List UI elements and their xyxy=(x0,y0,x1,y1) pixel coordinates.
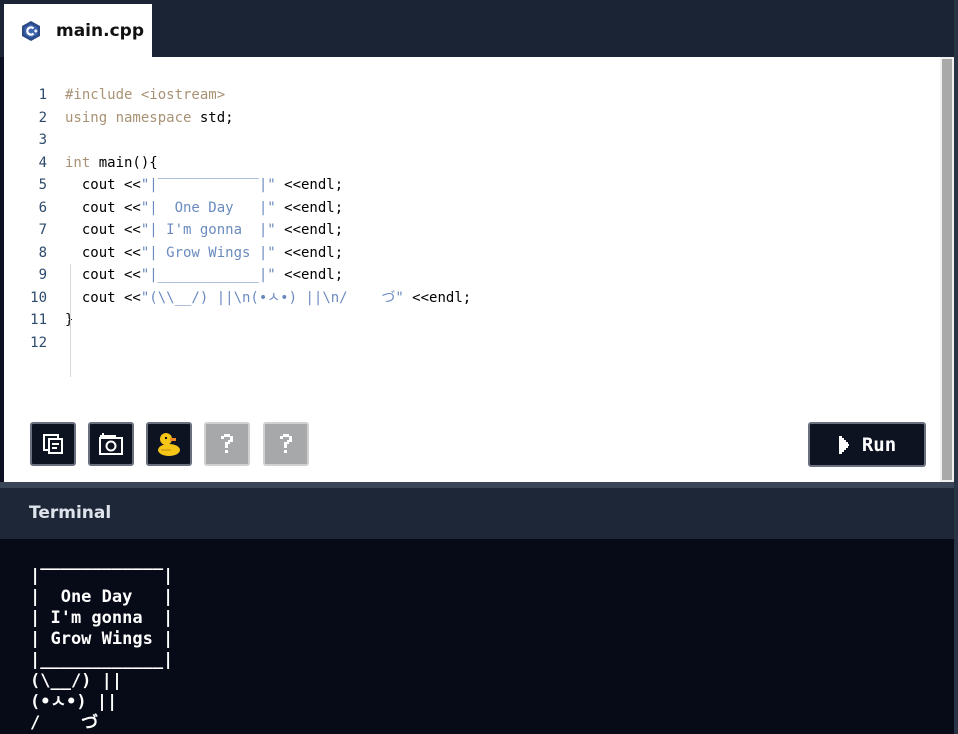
keyword-token: using namespace xyxy=(65,109,200,126)
code-text[interactable]: cout <<"|____________|" <<endl; xyxy=(65,264,343,287)
code-text[interactable]: cout <<"(\\__/) ||\n(•ㅅ•) ||\n/ づ" <<end… xyxy=(65,287,471,310)
tab-label: main.cpp xyxy=(56,20,144,41)
run-label: Run xyxy=(861,433,897,456)
terminal-panel: |‾‾‾‾‾‾‾‾‾‾‾‾| | One Day | | I'm gonna |… xyxy=(0,539,954,734)
code-token: <<endl; xyxy=(275,222,344,238)
string-token: "|____________|" xyxy=(140,267,276,283)
code-text[interactable]: cout <<"| I'm gonna |" <<endl; xyxy=(65,219,343,242)
indent-guide xyxy=(70,264,71,377)
line-number: 1 xyxy=(38,87,47,103)
window-edge xyxy=(954,0,958,734)
code-editor[interactable]: 1 #include <iostream> 2 using namespace std… xyxy=(4,57,940,482)
code-token: <<endl; xyxy=(275,244,344,261)
cpp-file-icon xyxy=(20,20,42,42)
line-number: 8 xyxy=(38,244,47,261)
copy-code-button[interactable] xyxy=(30,422,76,466)
line-number: 4 xyxy=(38,154,47,171)
play-icon xyxy=(838,435,849,454)
line-number: 3 xyxy=(38,132,47,148)
line-number: 2 xyxy=(38,109,47,126)
tab-main-cpp[interactable]: main.cpp xyxy=(4,4,152,57)
line-number: 5 xyxy=(38,177,47,193)
code-token: <<endl; xyxy=(275,199,344,216)
line-number: 12 xyxy=(30,334,47,351)
line-number: 10 xyxy=(30,289,47,306)
line-number: 9 xyxy=(38,267,47,283)
code-token: cout << xyxy=(65,199,141,216)
scrollbar-thumb[interactable] xyxy=(942,59,952,480)
code-token: cout << xyxy=(65,177,141,193)
code-token: <<endl; xyxy=(275,267,344,283)
code-token: cout << xyxy=(65,222,141,238)
code-text[interactable]: #include <iostream> xyxy=(65,84,225,107)
editor-scrollbar[interactable] xyxy=(940,57,954,482)
question-icon xyxy=(221,434,233,453)
code-token: std; xyxy=(199,109,234,126)
code-text[interactable]: using namespace std; xyxy=(65,107,234,130)
help-button-2[interactable] xyxy=(263,422,309,466)
keyword-token: #include <iostream> xyxy=(65,87,226,103)
code-text[interactable]: cout <<"| One Day |" <<endl; xyxy=(65,197,343,220)
line-number: 11 xyxy=(30,312,47,328)
code-text[interactable]: int main(){ xyxy=(65,152,158,175)
duck-icon xyxy=(158,433,180,456)
terminal-output: |‾‾‾‾‾‾‾‾‾‾‾‾| | One Day | | I'm gonna |… xyxy=(30,566,174,733)
code-text[interactable]: cout <<"|‾‾‾‾‾‾‾‾‾‾‾‾|" <<endl; xyxy=(65,174,343,197)
run-button[interactable]: Run xyxy=(808,422,926,467)
question-icon xyxy=(280,434,292,453)
code-text[interactable]: cout <<"| Grow Wings |" <<endl; xyxy=(65,242,343,265)
code-token: <<endl; xyxy=(275,177,344,193)
rubber-duck-button[interactable] xyxy=(146,422,192,466)
string-token: "| Grow Wings |" xyxy=(140,244,276,261)
string-token: "(\\__/) ||\n(•ㅅ•) ||\n/ づ" xyxy=(140,289,404,306)
terminal-title: Terminal xyxy=(29,503,112,523)
string-token: "| I'm gonna |" xyxy=(140,222,276,238)
copy-icon xyxy=(43,434,63,454)
code-token: main(){ xyxy=(98,154,158,171)
code-token: <<endl; xyxy=(403,289,472,306)
camera-icon xyxy=(99,433,123,455)
editor-tab-bar: main.cpp xyxy=(0,0,958,57)
line-number: 7 xyxy=(38,222,47,238)
code-token: cout << xyxy=(65,289,141,306)
line-number: 6 xyxy=(38,199,47,216)
code-token: cout << xyxy=(65,267,141,283)
screenshot-button[interactable] xyxy=(88,422,134,466)
code-token: cout << xyxy=(65,244,141,261)
string-token: "| One Day |" xyxy=(140,199,276,216)
keyword-token: int xyxy=(65,154,99,171)
string-token: "|‾‾‾‾‾‾‾‾‾‾‾‾|" xyxy=(140,177,276,193)
help-button-1[interactable] xyxy=(204,422,250,466)
terminal-header: Terminal xyxy=(0,488,954,539)
